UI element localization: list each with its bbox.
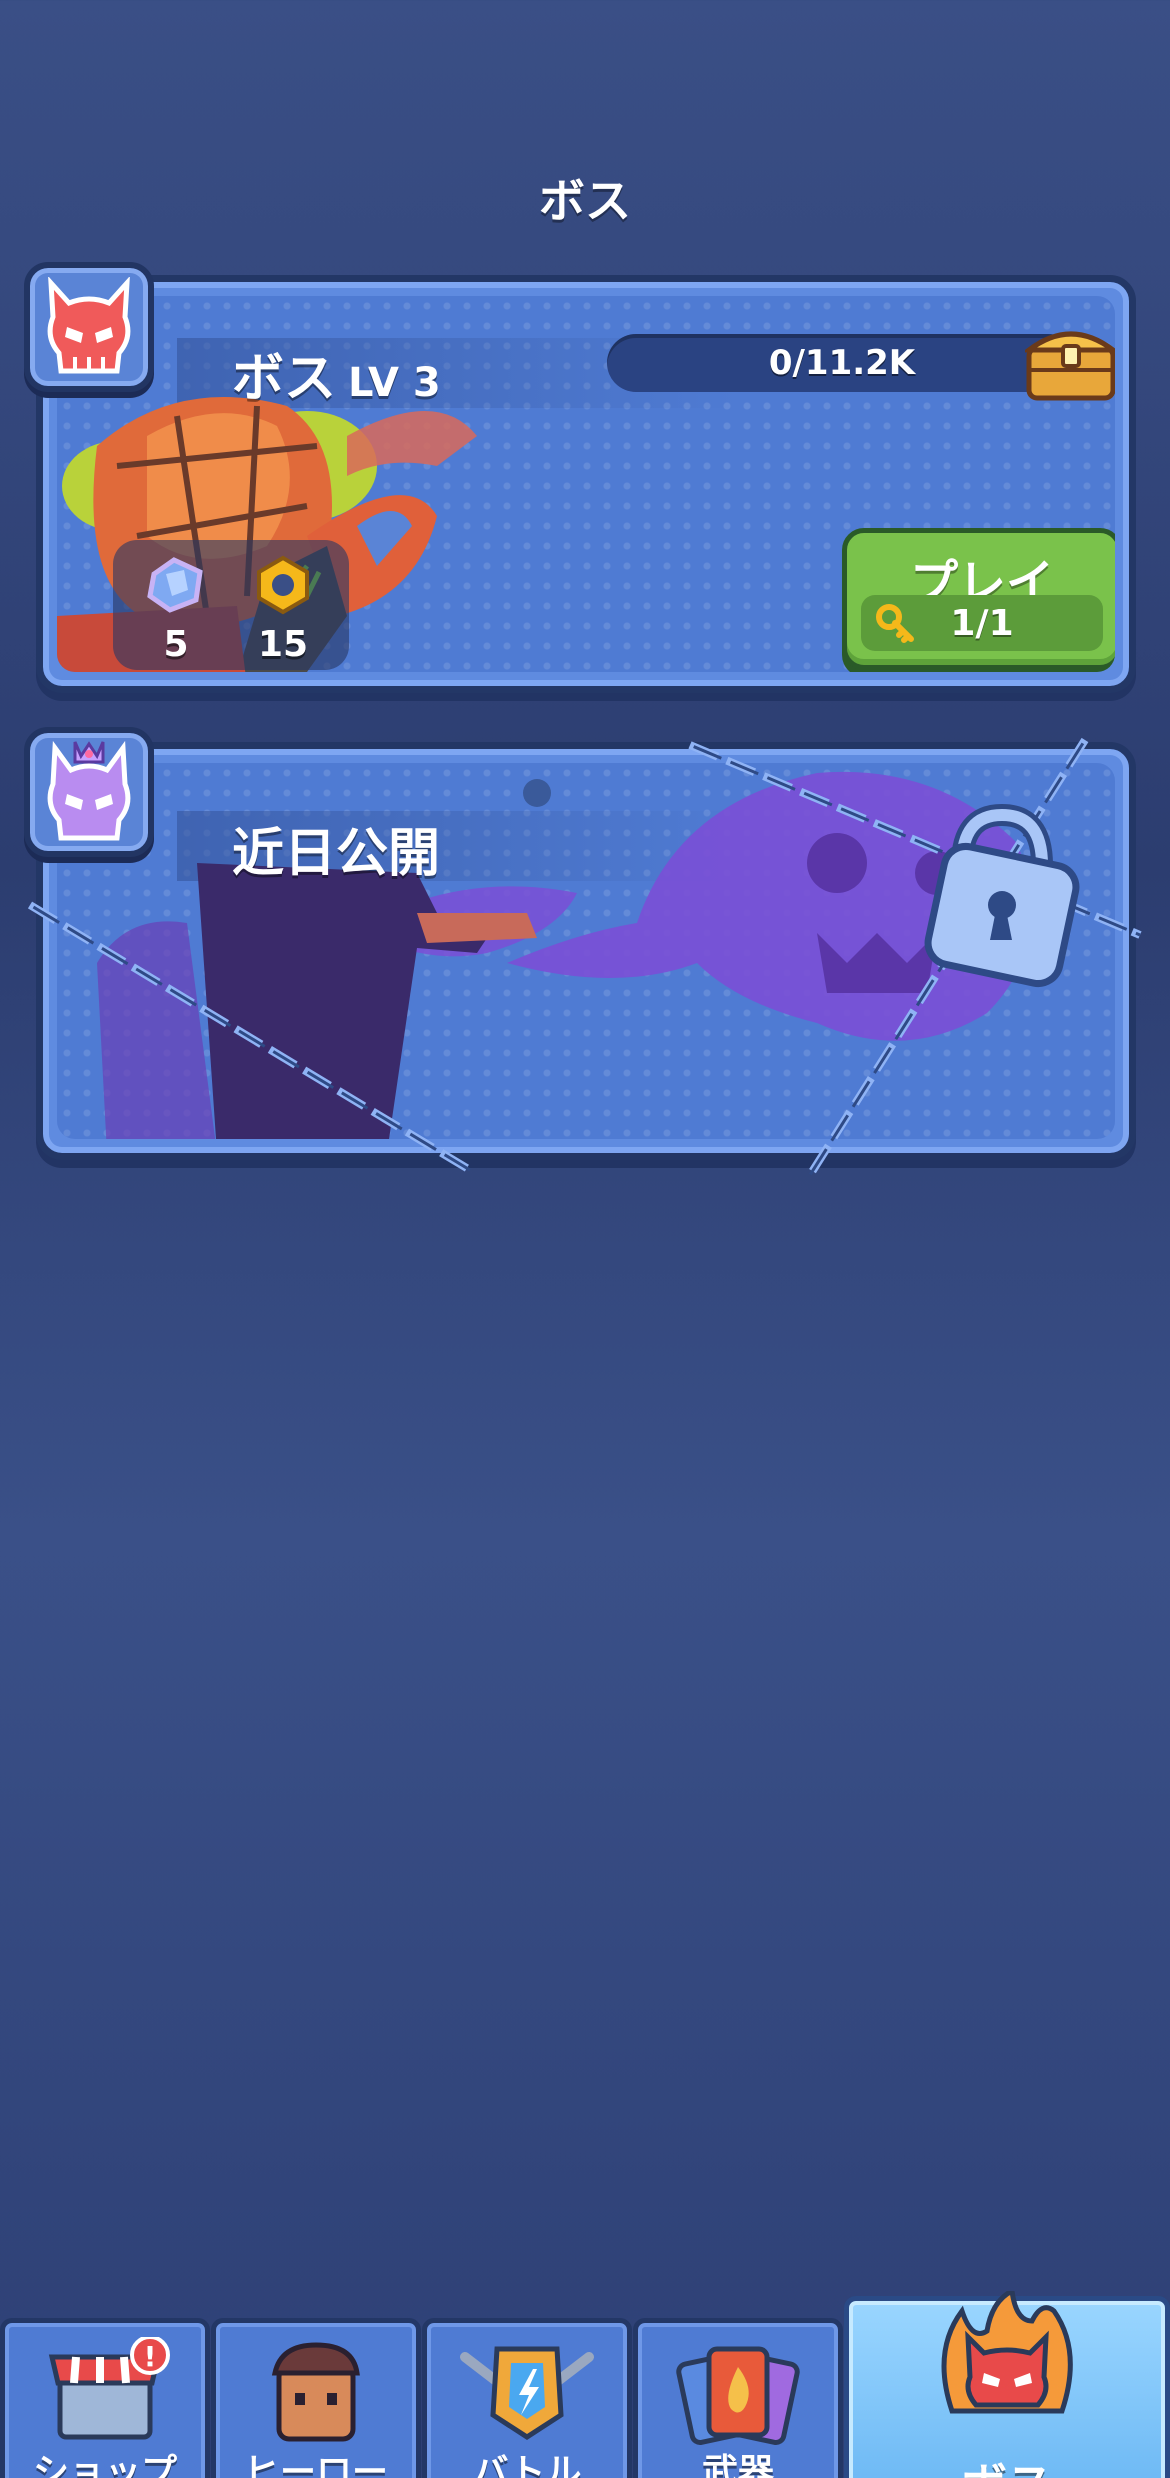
page-title: ボス xyxy=(539,174,631,228)
weapon-cards-icon xyxy=(676,2346,800,2445)
locked-card-background: 近日公開 xyxy=(57,763,1115,1139)
reward-hexnut: 15 xyxy=(238,554,328,665)
reward-gem-count: 5 xyxy=(163,624,189,665)
boss-card-background: ボス LV 3 0/11.2K 5 15 プレイ 1/1 xyxy=(57,296,1115,672)
coming-soon-card: 近日公開 xyxy=(36,742,1136,1160)
svg-text:!: ! xyxy=(144,2340,157,2373)
gem-icon xyxy=(147,557,203,613)
reward-gem: 5 xyxy=(131,554,221,665)
tab-hero-label: ヒーロー xyxy=(243,2452,388,2478)
boss-level: LV 3 xyxy=(348,360,441,406)
play-button[interactable]: プレイ 1/1 xyxy=(842,528,1115,670)
boss-flame-skull-icon xyxy=(941,2291,1073,2414)
tab-weapons[interactable]: 武器 xyxy=(633,2318,843,2478)
bottom-navigation: ! ショップ ヒーロー バトル 武器 xyxy=(0,2291,1170,2478)
tab-shop[interactable]: ! ショップ xyxy=(0,2318,210,2478)
locked-boss-silhouettes xyxy=(97,771,1032,1139)
boss-key-counter: 1/1 xyxy=(861,595,1103,651)
tab-boss-label: ボス xyxy=(849,2449,1165,2478)
treasure-chest-icon[interactable] xyxy=(1025,318,1115,402)
tab-battle-label: バトル xyxy=(472,2452,582,2478)
tab-battle[interactable]: バトル xyxy=(422,2318,632,2478)
boss-rewards-panel: 5 15 xyxy=(113,540,349,670)
coming-soon-label: 近日公開 xyxy=(232,824,441,884)
tab-weapons-label: 武器 xyxy=(701,2452,774,2478)
battle-icon xyxy=(460,2346,594,2440)
boss-card[interactable]: ボス LV 3 0/11.2K 5 15 プレイ 1/1 xyxy=(36,275,1136,693)
boss-name: ボス LV 3 xyxy=(232,336,441,411)
purple-crowned-skull-icon xyxy=(47,740,131,841)
reward-hexnut-count: 15 xyxy=(257,624,309,665)
hero-icon xyxy=(271,2342,360,2442)
key-icon xyxy=(876,604,914,643)
gold-hexnut-icon xyxy=(257,555,309,615)
boss-emblem xyxy=(24,262,154,392)
red-devil-skull-icon xyxy=(47,277,131,374)
shop-icon: ! xyxy=(48,2337,170,2440)
boss-progress-bar: 0/11.2K xyxy=(607,334,1077,392)
locked-boss-emblem xyxy=(24,727,154,857)
tab-shop-label: ショップ xyxy=(32,2452,177,2478)
boss-name-text: ボス xyxy=(232,349,337,409)
tab-boss[interactable]: ボス xyxy=(844,2291,1170,2478)
boss-key-count: 1/1 xyxy=(950,602,1014,644)
tab-hero[interactable]: ヒーロー xyxy=(211,2318,421,2478)
